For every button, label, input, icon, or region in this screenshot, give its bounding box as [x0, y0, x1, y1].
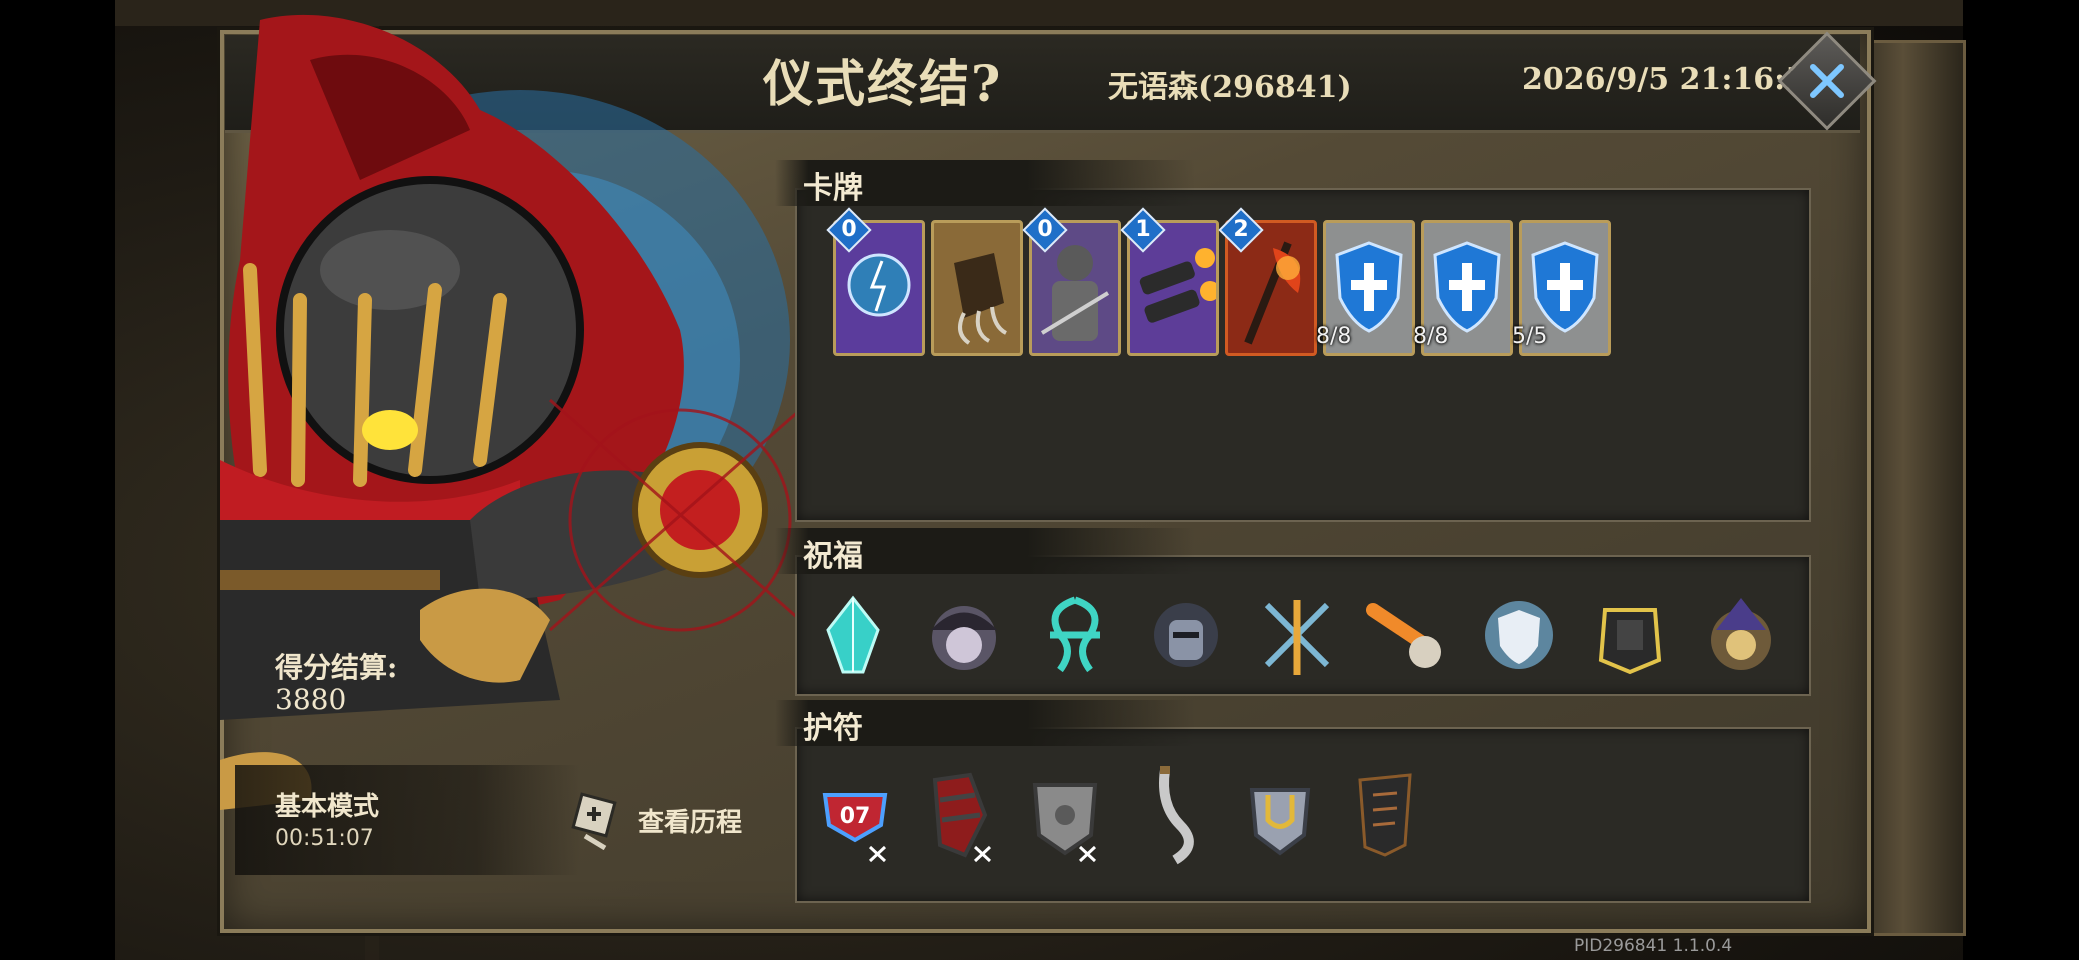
- blessings-section-title: 祝福: [803, 539, 863, 574]
- silver-crest-icon[interactable]: [1240, 765, 1320, 865]
- amulet-badge-text: 07: [840, 804, 871, 829]
- rune-sigil-icon[interactable]: [1030, 590, 1120, 680]
- background-frame: [1860, 40, 1966, 936]
- close-icon[interactable]: [1792, 46, 1862, 116]
- crystal-shard-icon[interactable]: [808, 590, 898, 680]
- build-version: PID296841 1.1.0.4: [1574, 936, 1733, 956]
- badge-07-icon[interactable]: 07: [815, 765, 895, 865]
- card-cost: 0: [841, 217, 857, 242]
- hero-portrait: [220, 0, 820, 880]
- card-slot[interactable]: [931, 220, 1023, 356]
- witch-portrait-icon[interactable]: [919, 590, 1009, 680]
- wizard-portrait-icon[interactable]: [1696, 590, 1786, 680]
- red-gauntlet-icon[interactable]: [920, 765, 1000, 865]
- black-armor-icon[interactable]: [1585, 590, 1675, 680]
- fist-strike-icon[interactable]: [1363, 590, 1453, 680]
- view-history-button[interactable]: 查看历程: [565, 792, 755, 850]
- history-icon: [571, 792, 617, 850]
- stone-shield-icon[interactable]: [1025, 765, 1105, 865]
- hook-blade-icon[interactable]: [1130, 765, 1210, 865]
- card-cost: 2: [1233, 217, 1249, 242]
- mode-time: 00:51:07: [275, 826, 374, 851]
- knight-helm-icon[interactable]: [1141, 590, 1231, 680]
- player-name: 无语森(296841): [1108, 70, 1352, 105]
- mode-label: 基本模式: [275, 792, 380, 822]
- card-count: 8/8: [1316, 324, 1352, 349]
- score-label: 得分结算:: [275, 651, 398, 684]
- score-value: 3880: [275, 683, 347, 716]
- card-cost: 1: [1135, 217, 1151, 242]
- amulets-section-title: 护符: [803, 711, 863, 746]
- claw-gauntlet-card: [954, 253, 1008, 345]
- cards-section-title: 卡牌: [803, 171, 863, 206]
- view-history-label: 查看历程: [638, 808, 743, 838]
- lightning-shield-icon[interactable]: [1474, 590, 1564, 680]
- dark-banner-icon[interactable]: [1345, 765, 1425, 865]
- card-count: 5/5: [1512, 324, 1548, 349]
- page-title: 仪式终结?: [763, 54, 1003, 113]
- card-cost: 0: [1037, 217, 1053, 242]
- crossed-swords-icon[interactable]: [1252, 590, 1342, 680]
- card-count: 8/8: [1413, 324, 1449, 349]
